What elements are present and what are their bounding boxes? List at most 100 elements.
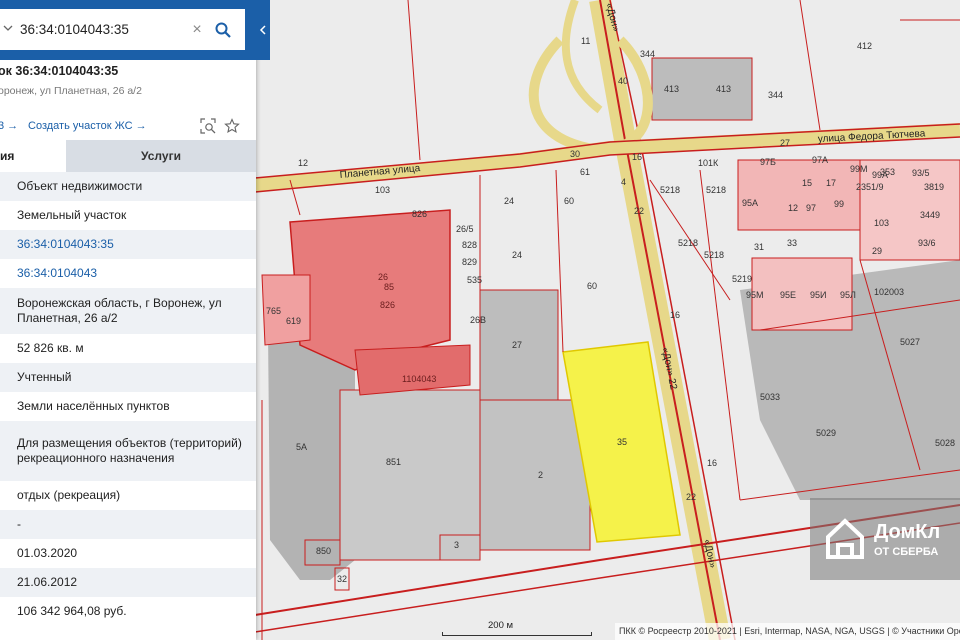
label-17: 17: [826, 178, 836, 188]
label-30: 30: [570, 149, 580, 159]
label-101k: 101К: [698, 158, 719, 168]
attribute-permitted-use: Для размещения объектов (территорий) рек…: [0, 421, 256, 481]
label-4: 4: [621, 177, 626, 187]
label-103: 103: [375, 185, 390, 195]
label-353: 353: [880, 167, 895, 177]
label-3: 3: [454, 540, 459, 550]
watermark-text: ДомКл ОТ СБЕРБА: [874, 521, 940, 558]
map-attribution: ПКК © Росреестр 2010-2021 | Esri, Interm…: [615, 623, 960, 640]
scale-line: [442, 632, 592, 636]
chevron-down-icon[interactable]: [0, 24, 16, 35]
info-panel: × ок 36:34:0104043:35 оронеж, ул Планетн…: [0, 0, 256, 640]
parcel-address: оронеж, ул Планетная, 26 а/2: [0, 85, 142, 97]
label-60: 60: [564, 196, 574, 206]
label-40: 40: [618, 76, 628, 86]
label-95e: 95Е: [780, 290, 796, 300]
attribute-status: Учтенный: [0, 363, 256, 392]
label-413b: 413: [716, 84, 731, 94]
attribute-kind: Земельный участок: [17, 208, 127, 222]
label-22: 22: [634, 206, 644, 216]
zoom-to-object-icon[interactable]: [200, 118, 216, 134]
watermark-name: ДомКл: [874, 520, 941, 543]
search-input[interactable]: [16, 14, 186, 45]
scale-label: 200 м: [488, 620, 514, 631]
label-99: 99: [834, 199, 844, 209]
label-16b: 16: [670, 310, 680, 320]
tabs: ия Услуги: [0, 140, 256, 172]
attribute-cadastral-quarter[interactable]: 36:34:0104043: [0, 259, 256, 288]
label-22b: 22: [686, 492, 696, 502]
label-5218: 5218: [660, 185, 680, 195]
label-2: 2: [538, 470, 543, 480]
label-5a: 5А: [296, 442, 307, 452]
create-parcel-link[interactable]: Создать участок ЖС →: [28, 120, 147, 132]
label-26v: 26В: [470, 315, 486, 325]
label-11: 11: [581, 36, 590, 46]
label-619: 619: [286, 316, 301, 326]
label-5219: 5219: [732, 274, 752, 284]
watermark-subtitle: ОТ СБЕРБА: [874, 545, 939, 558]
action-link[interactable]: 3 →: [0, 120, 18, 132]
attribute-use-classifier: отдых (рекреация): [17, 488, 121, 502]
label-344: 344: [640, 49, 655, 59]
collapse-panel-button[interactable]: [256, 0, 270, 60]
chevron-left-icon: [259, 25, 266, 35]
garage-block-south: [479, 399, 591, 551]
label-32: 32: [337, 574, 347, 584]
parcel-block-95[interactable]: [751, 257, 853, 331]
parcel-title: ок 36:34:0104043:35: [0, 64, 119, 78]
close-icon[interactable]: ×: [186, 21, 208, 39]
label-2351-9: 2351/9: [856, 182, 884, 192]
star-icon[interactable]: [224, 118, 240, 134]
label-12: 12: [298, 158, 308, 168]
label-97: 97: [806, 203, 816, 213]
label-5218c: 5218: [678, 238, 698, 248]
attribute-address: Воронежская область, г Воронеж, ул Плане…: [0, 288, 256, 334]
parcel-826[interactable]: [289, 209, 451, 371]
label-60b: 60: [587, 281, 597, 291]
label-31: 31: [754, 242, 764, 252]
attribute-cadastral-number[interactable]: 36:34:0104043:35: [0, 230, 256, 259]
label-535: 535: [467, 275, 482, 285]
label-5028: 5028: [935, 438, 955, 448]
label-102003: 102003: [874, 287, 904, 297]
tab-services[interactable]: Услуги: [66, 140, 256, 172]
label-26: 26: [378, 272, 388, 282]
actions-row: 3 → Создать участок ЖС →: [0, 118, 256, 138]
label-61: 61: [580, 167, 590, 177]
label-413: 413: [664, 84, 679, 94]
label-5218b: 5218: [706, 185, 726, 195]
tab-info[interactable]: ия: [0, 140, 66, 172]
attribute-object-type: Объект недвижимости: [0, 172, 256, 201]
attribute-area: 52 826 кв. м: [17, 341, 84, 355]
attribute-empty: -: [0, 510, 256, 539]
label-85: 85: [384, 282, 394, 292]
label-15: 15: [802, 178, 812, 188]
label-97a: 97А: [812, 155, 828, 165]
label-95m: 95М: [746, 290, 764, 300]
label-95i: 95И: [810, 290, 826, 300]
label-412: 412: [857, 41, 872, 51]
label-93-5: 93/5: [912, 168, 930, 178]
label-93-6: 93/6: [918, 238, 936, 248]
label-97b: 97Б: [760, 157, 776, 167]
label-829: 829: [462, 257, 477, 267]
label-95a: 95А: [742, 198, 758, 208]
label-35: 35: [617, 437, 627, 447]
label-5029: 5029: [816, 428, 836, 438]
label-828: 828: [462, 240, 477, 250]
label-24b: 24: [512, 250, 522, 260]
attribute-land-category: Земли населённых пунктов: [17, 399, 170, 413]
label-344b: 344: [768, 90, 783, 100]
label-99m: 99М: [850, 164, 868, 174]
label-29: 29: [872, 246, 882, 256]
attribute-date-updated: 01.03.2020: [17, 546, 78, 560]
label-33: 33: [787, 238, 797, 248]
house-logo-icon: [826, 518, 864, 559]
search-button[interactable]: [208, 15, 238, 45]
label-103b: 103: [874, 218, 889, 228]
watermark: ДомКл ОТ СБЕРБА: [810, 498, 960, 580]
attribute-cadastral-value: 106 342 964,08 руб.: [17, 604, 127, 618]
label-850: 850: [316, 546, 331, 556]
label-3449: 3449: [920, 210, 940, 220]
